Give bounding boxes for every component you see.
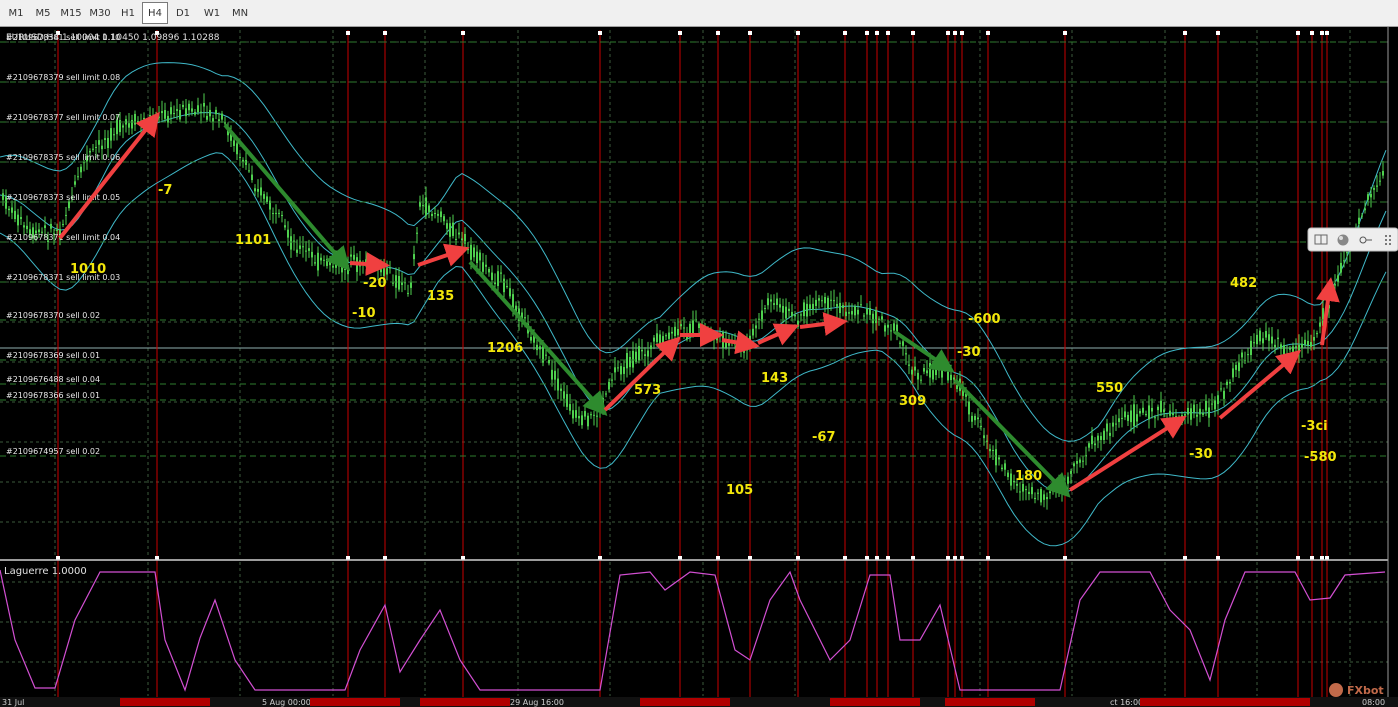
- profit-label: 482: [1230, 276, 1257, 291]
- profit-label: -7: [158, 183, 172, 198]
- time-axis-marker: [1220, 698, 1310, 706]
- tab-m30[interactable]: M30: [86, 2, 114, 24]
- time-axis-marker: [830, 698, 920, 706]
- mini-toolbar: [1307, 227, 1398, 252]
- profit-label: -600: [968, 312, 1001, 327]
- chart-header: EURUSD,H4 1.10004 1.10450 1.09896 1.1028…: [6, 33, 220, 43]
- profit-label: 309: [899, 394, 926, 409]
- time-axis-marker: [120, 698, 210, 706]
- order-line-label: #2109678366 sell 0.01: [6, 391, 100, 400]
- tab-m15[interactable]: M15: [57, 2, 85, 24]
- time-axis-label: 5 Aug 00:00: [262, 698, 311, 707]
- tab-h4[interactable]: H4: [142, 2, 168, 24]
- time-axis-marker: [945, 698, 1035, 706]
- profit-label: -10: [352, 306, 376, 321]
- profit-label: 550: [1096, 381, 1123, 396]
- watermark: FXbot: [1329, 683, 1384, 697]
- time-axis-label: 08:00: [1362, 698, 1385, 707]
- profit-label: 573: [634, 383, 661, 398]
- profit-label: -67: [812, 430, 836, 445]
- time-axis-marker: [640, 698, 730, 706]
- ball-icon[interactable]: [1337, 234, 1349, 246]
- watermark-text: FXbot: [1347, 684, 1384, 697]
- profit-label: -30: [957, 345, 981, 360]
- order-line-label: #2109678379 sell limit 0.08: [6, 73, 120, 82]
- tab-mn[interactable]: MN: [227, 2, 253, 24]
- profit-label: 105: [726, 483, 753, 498]
- order-line-label: #2109678369 sell 0.01: [6, 351, 100, 360]
- profit-label: 1101: [235, 233, 271, 248]
- time-axis-label: ct 16:00: [1110, 698, 1143, 707]
- profit-label: 1206: [487, 341, 523, 356]
- laguerre-label: Laguerre 1.0000: [4, 566, 87, 577]
- tab-h1[interactable]: H1: [115, 2, 141, 24]
- order-line-label: #2109676488 sell 0.04: [6, 375, 100, 384]
- time-axis-marker: [310, 698, 400, 706]
- tab-m5[interactable]: M5: [30, 2, 56, 24]
- chart-area[interactable]: #2109678381 sell limit 0.10#2109678379 s…: [0, 27, 1398, 707]
- profit-label: -30: [1189, 447, 1213, 462]
- tab-w1[interactable]: W1: [198, 2, 226, 24]
- time-axis-marker: [1140, 698, 1230, 706]
- order-line-label: #2109678375 sell limit 0.06: [6, 153, 120, 162]
- time-axis-marker: [420, 698, 510, 706]
- buy-arrow: [349, 252, 390, 276]
- tab-m1[interactable]: M1: [3, 2, 29, 24]
- profit-label: -20: [363, 276, 387, 291]
- order-line-label: #2109678373 sell limit 0.05: [6, 193, 120, 202]
- profit-label: 180: [1015, 469, 1042, 484]
- order-line-label: #2109678377 sell limit 0.07: [6, 113, 120, 122]
- profit-label: 135: [427, 289, 454, 304]
- order-line-label: #2109678370 sell 0.02: [6, 311, 100, 320]
- profit-label: 143: [761, 371, 788, 386]
- order-line-label: #2109674957 sell 0.02: [6, 447, 100, 456]
- profit-label: -3ci: [1301, 419, 1328, 434]
- profit-label: 1010: [70, 262, 106, 277]
- time-axis-label: 31 Jul: [2, 698, 24, 707]
- price-axis: [1388, 27, 1398, 697]
- timeframe-toolbar: M1 M5 M15 M30 H1 H4 D1 W1 MN: [0, 0, 1398, 27]
- profit-label: -580: [1304, 450, 1337, 465]
- tab-d1[interactable]: D1: [170, 2, 196, 24]
- time-axis-label: 29 Aug 16:00: [510, 698, 564, 707]
